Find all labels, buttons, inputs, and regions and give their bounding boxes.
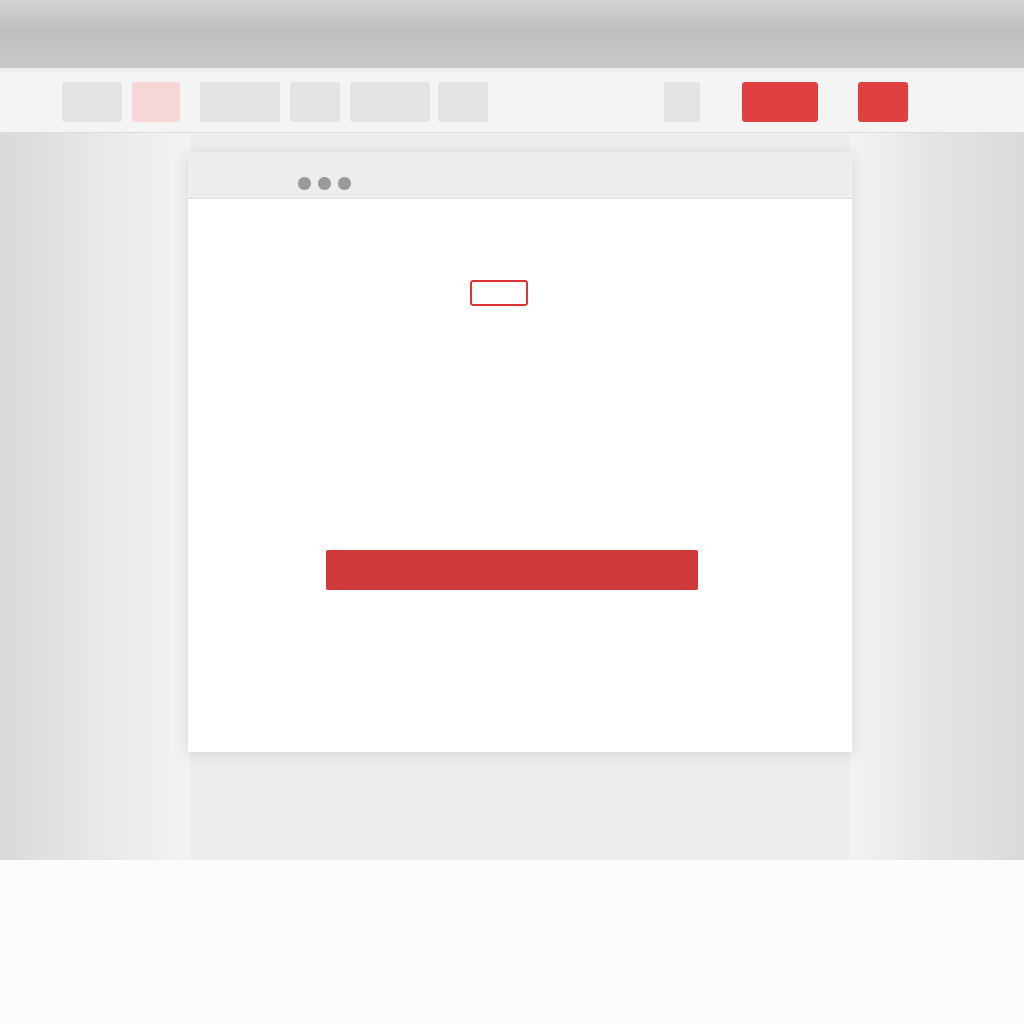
dialog-footer-line	[354, 642, 664, 662]
tab-3[interactable]	[200, 82, 280, 122]
dialog-body-line-2	[268, 414, 778, 434]
tab-strip	[0, 72, 1024, 133]
tab-7[interactable]	[664, 82, 700, 122]
minimize-icon[interactable]	[318, 177, 331, 190]
brand-badge	[470, 280, 528, 306]
page-footer-area	[0, 860, 1024, 1024]
tab-2[interactable]	[132, 82, 180, 122]
tab-1[interactable]	[62, 82, 122, 122]
dialog-footer-link[interactable]	[448, 666, 628, 686]
tab-5[interactable]	[350, 82, 430, 122]
tab-6[interactable]	[438, 82, 488, 122]
tab-4[interactable]	[290, 82, 340, 122]
modal-dialog	[188, 152, 852, 752]
primary-action-button[interactable]	[326, 550, 698, 590]
maximize-icon[interactable]	[338, 177, 351, 190]
dialog-body-line-1	[268, 386, 778, 406]
dialog-header	[188, 152, 852, 199]
dialog-heading	[288, 340, 788, 360]
page-backdrop-right	[850, 133, 1024, 860]
window-titlebar	[0, 0, 1024, 68]
close-icon[interactable]	[298, 177, 311, 190]
dialog-title	[338, 222, 778, 246]
page-backdrop-left	[0, 133, 190, 860]
dialog-note-line-1	[306, 474, 696, 494]
dialog-note-line-2	[322, 502, 692, 522]
tab-9[interactable]	[858, 82, 908, 122]
tab-8[interactable]	[742, 82, 818, 122]
